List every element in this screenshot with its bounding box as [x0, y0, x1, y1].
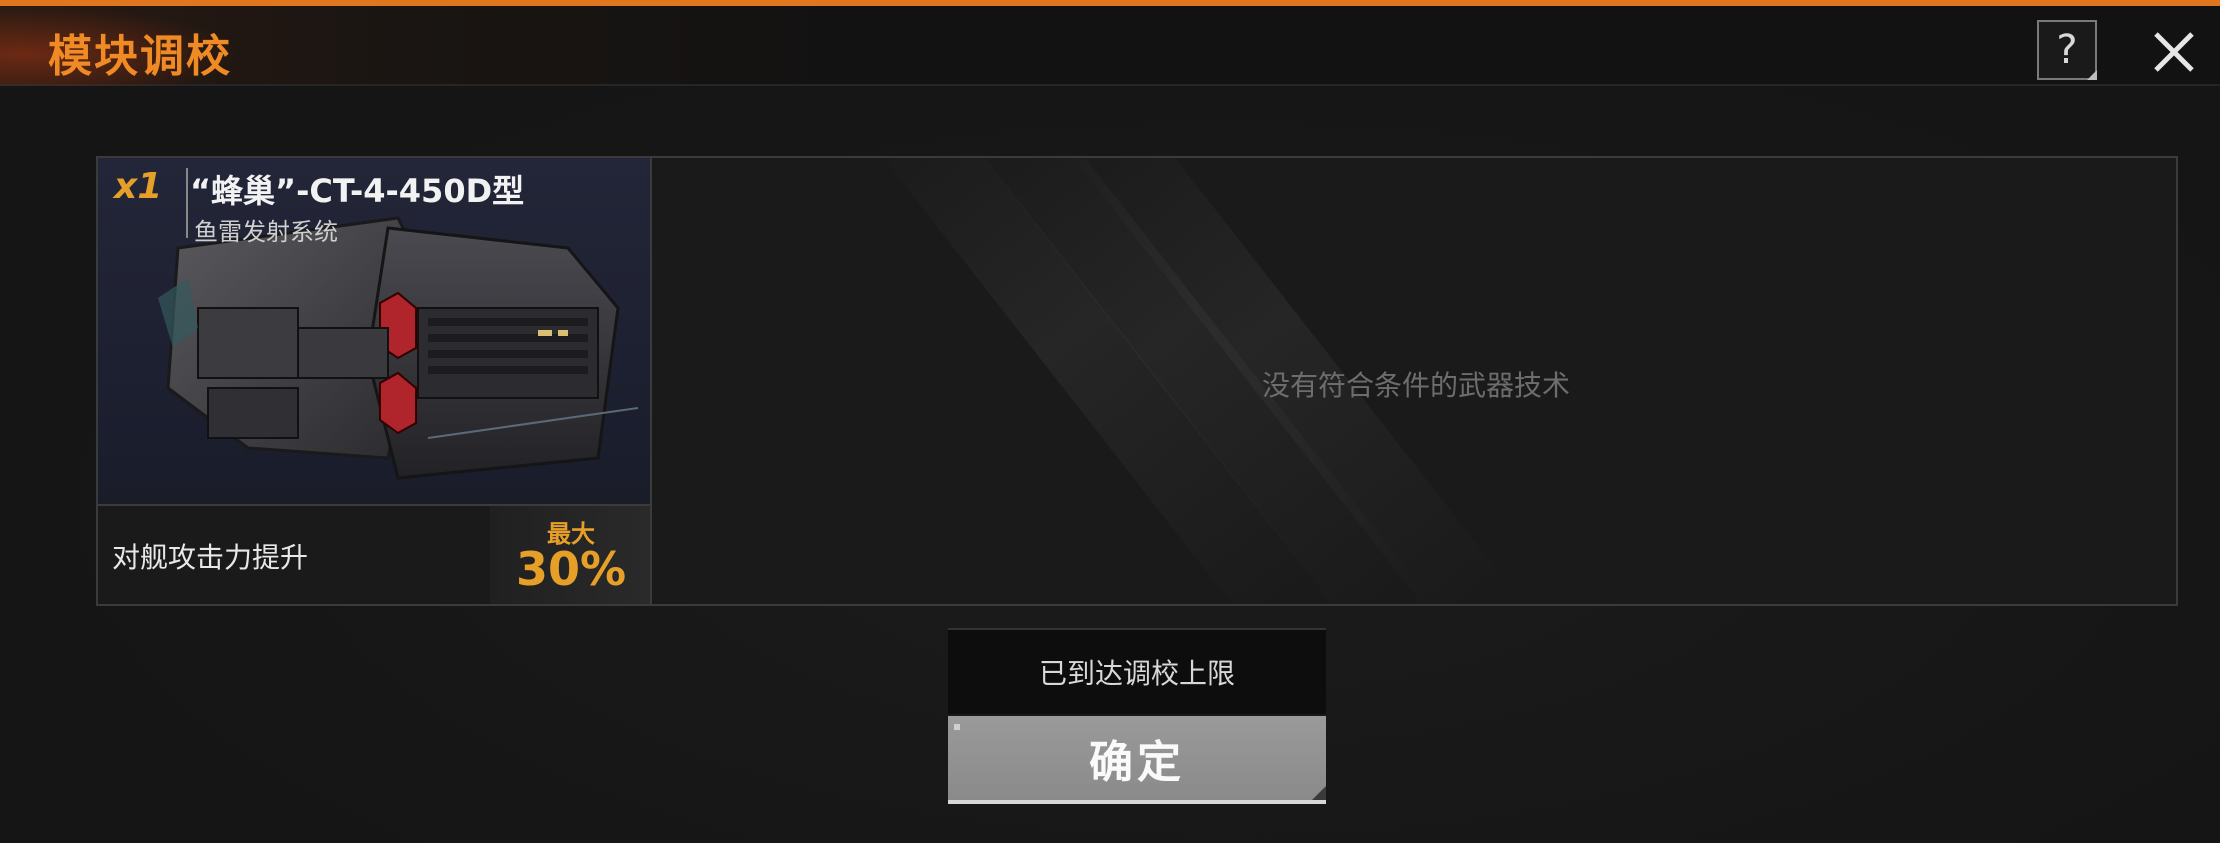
bonus-value: 30%	[515, 542, 627, 596]
help-button[interactable]: ?	[2037, 20, 2097, 80]
limit-notice-text: 已到达调校上限	[1038, 657, 1235, 690]
module-category: 鱼雷发射系统	[194, 218, 338, 246]
header-bar: 模块调校 ?	[0, 6, 2220, 86]
module-card[interactable]: x1 “蜂巢”-CT-4-450D型 鱼雷发射系统 对舰攻击力提升 最大 30%	[98, 158, 652, 604]
bonus-label: 对舰攻击力提升	[112, 541, 309, 574]
question-icon: ?	[2056, 27, 2078, 73]
module-tuning-screen: 模块调校 ? x1 “蜂巢”-CT-4-450D型 鱼雷发射系统 对舰攻击力提升…	[0, 0, 2220, 843]
quantity-label: x1	[114, 166, 163, 207]
bonus-box: 最大 30%	[490, 506, 650, 604]
close-button[interactable]	[2148, 26, 2200, 78]
confirm-button-label: 确定	[1089, 737, 1185, 788]
name-divider	[186, 168, 188, 238]
empty-tech-message: 没有符合条件的武器技术	[1261, 369, 1570, 402]
tuning-panel: x1 “蜂巢”-CT-4-450D型 鱼雷发射系统 对舰攻击力提升 最大 30%…	[96, 156, 2178, 606]
close-icon	[2154, 32, 2194, 72]
limit-notice: 已到达调校上限	[948, 628, 1326, 714]
page-title: 模块调校	[48, 31, 232, 82]
confirm-button[interactable]: 确定	[948, 716, 1326, 804]
bonus-row: 对舰攻击力提升 最大 30%	[98, 504, 650, 604]
module-name: “蜂巢”-CT-4-450D型	[190, 172, 525, 210]
